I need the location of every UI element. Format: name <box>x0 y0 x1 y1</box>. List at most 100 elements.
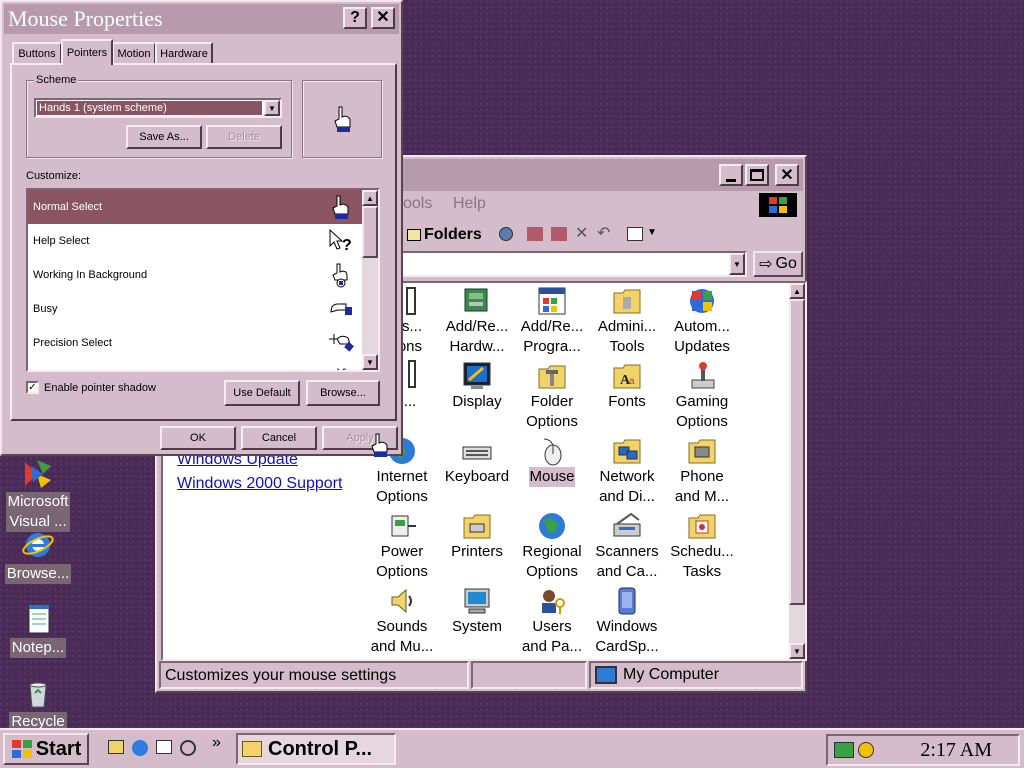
hand-pointer-icon <box>332 195 349 219</box>
cursor-name: Working In Background <box>33 269 148 281</box>
cp-item-system[interactable]: System <box>439 585 515 637</box>
scroll-down-button[interactable]: ▼ <box>362 354 378 370</box>
copy-to-icon[interactable] <box>551 227 567 241</box>
cursor-row-precision-select[interactable]: Precision Select <box>28 326 364 360</box>
scroll-up-button[interactable]: ▲ <box>362 190 378 206</box>
cursor-row-normal-select[interactable]: Normal Select <box>28 190 364 224</box>
scheme-select[interactable]: Hands 1 (system scheme) ▼ <box>34 98 282 118</box>
cp-item-display[interactable]: Display <box>439 360 515 412</box>
cp-item-regional-options[interactable]: Regional Options <box>514 510 590 582</box>
text-select-icon: ϒ <box>337 356 346 370</box>
history-icon[interactable] <box>499 227 513 241</box>
tab-motion[interactable]: Motion <box>112 42 156 64</box>
address-dropdown-button[interactable]: ▼ <box>729 253 745 275</box>
minimize-button[interactable] <box>719 164 743 186</box>
cursor-row-help-select[interactable]: Help Select ? <box>28 224 364 258</box>
cp-item-automatic-updates[interactable]: Autom... Updates <box>664 285 740 357</box>
outlook-icon[interactable] <box>156 740 172 754</box>
cp-item-admin-tools[interactable]: Admini... Tools <box>589 285 665 357</box>
cp-item-phone-modem[interactable]: Phone and M... <box>664 435 740 507</box>
close-button[interactable]: ✕ <box>371 7 395 29</box>
chevron-more-icon[interactable]: » <box>212 734 221 752</box>
my-computer-icon <box>595 666 617 684</box>
content-scrollbar[interactable]: ▲ ▼ <box>789 283 805 659</box>
scheme-selected-value: Hands 1 (system scheme) <box>37 101 262 115</box>
undo-icon[interactable]: ↶ <box>597 223 610 243</box>
tab-pointers[interactable]: Pointers <box>61 39 113 65</box>
network-icon <box>611 435 643 467</box>
views-icon[interactable] <box>627 227 643 241</box>
cp-item-add-remove-programs[interactable]: Add/Re... Progra... <box>514 285 590 357</box>
cursor-row-partial[interactable]: ϒ <box>28 360 364 370</box>
delete-icon[interactable]: ✕ <box>575 223 588 243</box>
help-button[interactable]: ? <box>343 7 367 29</box>
regional-options-icon <box>536 510 568 542</box>
chevron-down-icon: ▼ <box>268 103 276 113</box>
quick-launch: » <box>104 734 224 762</box>
cp-item-keyboard[interactable]: Keyboard <box>439 435 515 487</box>
cp-item-gaming-options[interactable]: Gaming Options <box>664 360 740 432</box>
save-as-button[interactable]: Save As... <box>126 125 202 149</box>
scheme-dropdown-button[interactable]: ▼ <box>264 100 280 116</box>
scroll-down-button[interactable]: ▼ <box>789 643 805 659</box>
cp-item-users-passwords[interactable]: Users and Pa... <box>514 585 590 657</box>
status-zone: My Computer <box>589 661 803 689</box>
desktop-icon-notepad[interactable]: Notep... <box>0 602 76 658</box>
dialog-titlebar[interactable]: Mouse Properties ? ✕ <box>4 4 399 34</box>
menu-help[interactable]: Help <box>453 195 486 213</box>
tray-search-icon[interactable] <box>858 742 874 758</box>
desktop-icon-recycle-bin[interactable]: Recycle <box>0 676 76 732</box>
cursor-list[interactable]: Normal Select Help Select ? Working In B… <box>26 188 380 372</box>
recycle-bin-icon <box>21 676 55 710</box>
desktop-icon-visual-studio[interactable]: Microsoft Visual ... <box>0 456 76 532</box>
close-icon: ✕ <box>376 9 390 26</box>
search-icon[interactable] <box>180 740 196 756</box>
pointer-shadow-checkbox[interactable]: ✓ Enable pointer shadow <box>26 381 156 394</box>
scroll-thumb[interactable] <box>362 206 378 258</box>
arrow-down-icon: ▼ <box>793 646 801 656</box>
delete-button[interactable]: Delete <box>206 125 282 149</box>
scroll-up-button[interactable]: ▲ <box>789 283 805 299</box>
cursor-row-busy[interactable]: Busy <box>28 292 364 326</box>
task-control-panel[interactable]: Control P... <box>236 733 396 765</box>
cp-item-sounds[interactable]: Sounds and Mu... <box>364 585 440 657</box>
cp-item-cardspace[interactable]: Windows CardSp... <box>589 585 665 657</box>
cp-item-fonts[interactable]: Aa Fonts <box>589 360 665 412</box>
windows-2000-support-link[interactable]: Windows 2000 Support <box>177 475 342 493</box>
use-default-button[interactable]: Use Default <box>224 380 300 406</box>
cancel-button[interactable]: Cancel <box>241 426 317 450</box>
close-button[interactable]: ✕ <box>775 164 799 186</box>
tab-buttons[interactable]: Buttons <box>12 42 62 64</box>
start-button[interactable]: Start <box>3 733 89 765</box>
go-button[interactable]: ⇨ Go <box>753 251 803 277</box>
desktop-icon-browser[interactable]: Browse... <box>0 528 76 584</box>
hand-pointer-icon <box>334 106 351 132</box>
cp-item-printers[interactable]: Printers <box>439 510 515 562</box>
cp-item-scheduled-tasks[interactable]: Schedu... Tasks <box>664 510 740 582</box>
move-to-icon[interactable] <box>527 227 543 241</box>
cp-item-power-options[interactable]: Power Options <box>364 510 440 582</box>
folders-button[interactable]: Folders <box>407 223 482 247</box>
network-tray-icon[interactable] <box>834 742 854 758</box>
show-desktop-icon[interactable] <box>108 740 124 754</box>
internet-explorer-icon <box>21 528 55 562</box>
internet-explorer-icon[interactable] <box>132 740 148 756</box>
maximize-button[interactable] <box>745 164 769 186</box>
cp-item-scanners-cameras[interactable]: Scanners and Ca... <box>589 510 665 582</box>
ok-button[interactable]: OK <box>160 426 236 450</box>
tab-hardware[interactable]: Hardware <box>155 42 213 64</box>
sounds-icon <box>386 585 418 617</box>
cursor-list-scrollbar[interactable]: ▲ ▼ <box>362 190 378 370</box>
views-dropdown-icon[interactable]: ▼ <box>647 227 657 238</box>
checkbox-box[interactable]: ✓ <box>26 381 39 394</box>
menu-tools[interactable]: ools <box>403 195 432 213</box>
cardspace-icon <box>611 585 643 617</box>
cp-item-add-hardware[interactable]: Add/Re... Hardw... <box>439 285 515 357</box>
clock[interactable]: 2:17 AM <box>920 739 992 762</box>
scroll-thumb[interactable] <box>789 299 805 605</box>
cp-item-folder-options[interactable]: Folder Options <box>514 360 590 432</box>
browse-button[interactable]: Browse... <box>306 380 380 406</box>
cp-item-network[interactable]: Network and Di... <box>589 435 665 507</box>
cursor-row-working-in-background[interactable]: Working In Background <box>28 258 364 292</box>
cp-item-mouse[interactable]: Mouse <box>514 435 590 487</box>
